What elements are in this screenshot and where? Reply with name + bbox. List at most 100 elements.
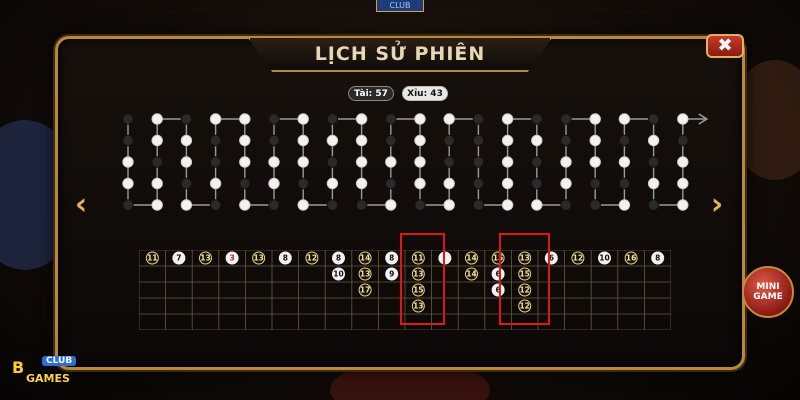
bead-black (151, 156, 163, 168)
bead-black (531, 113, 543, 125)
bead-black (209, 156, 222, 168)
logo-club-text: CLUB (42, 356, 77, 366)
bead-white (355, 134, 368, 147)
bead-black (122, 134, 134, 147)
bead-black (180, 177, 193, 190)
bead-black (122, 199, 134, 211)
bead-white (618, 199, 631, 211)
bead-white (414, 134, 426, 147)
bead-white (531, 199, 543, 211)
bead-black (268, 113, 280, 125)
bead-white (151, 177, 163, 190)
dice-sum-value: 10 (333, 270, 343, 279)
bead-black (472, 134, 485, 147)
bead-white (501, 134, 514, 147)
bead-white (560, 156, 572, 168)
bead-white (209, 113, 222, 125)
bead-white (355, 113, 368, 125)
bead-black (647, 156, 660, 168)
dice-sum-value: 8 (336, 254, 341, 263)
trend-chart (122, 113, 709, 211)
bead-black (239, 177, 251, 190)
bead-white (122, 177, 134, 190)
mini-game-label-2: GAME (753, 292, 783, 302)
bead-black (268, 199, 280, 211)
bead-white (443, 177, 455, 190)
brand-logo: B CLUB GAMES (6, 356, 86, 394)
bead-white (151, 199, 163, 211)
highlight-box (499, 233, 550, 325)
bead-black (209, 134, 222, 147)
bead-black (180, 113, 193, 125)
bead-black (647, 113, 660, 125)
bead-black (677, 134, 689, 147)
bead-black (326, 113, 339, 125)
dice-sum-value: 13 (253, 254, 263, 263)
bead-black (414, 199, 426, 211)
dice-sum-value: 10 (599, 254, 609, 263)
bead-white (239, 113, 251, 125)
bead-white (414, 156, 426, 168)
bead-white (647, 134, 660, 147)
bead-black (589, 199, 601, 211)
bead-black (560, 113, 572, 125)
bead-black (560, 134, 572, 147)
bead-white (677, 177, 689, 190)
bead-white (647, 177, 660, 190)
dice-sum-value: 14 (466, 270, 476, 279)
bead-black (443, 156, 455, 168)
bead-white (151, 113, 163, 125)
bead-white (239, 199, 251, 211)
mini-game-label-1: MINI (756, 282, 780, 292)
bead-white (589, 134, 601, 147)
bead-black (355, 199, 368, 211)
dice-sum-value: 7 (176, 254, 181, 263)
logo-mark: B (12, 358, 25, 377)
bead-white (326, 177, 339, 190)
bead-black (618, 177, 631, 190)
bead-white (268, 177, 280, 190)
bead-black (560, 199, 572, 211)
bead-white (209, 177, 222, 190)
dice-sum-value: 14 (360, 254, 370, 263)
bead-white (180, 134, 193, 147)
bead-black (472, 156, 485, 168)
bead-black (385, 134, 397, 147)
dice-sum-value: 9 (389, 270, 394, 279)
bead-black (385, 113, 397, 125)
bead-white (180, 199, 193, 211)
bead-black (531, 177, 543, 190)
bead-white (355, 156, 368, 168)
bead-white (414, 177, 426, 190)
bead-white (122, 156, 134, 168)
bead-black (589, 177, 601, 190)
bead-white (560, 177, 572, 190)
bead-black (385, 177, 397, 190)
dice-sum-value: 14 (466, 254, 476, 263)
mini-game-button[interactable]: MINI GAME (742, 266, 794, 318)
bead-black (268, 134, 280, 147)
bead-black (531, 156, 543, 168)
bead-white (443, 113, 455, 125)
bead-white (239, 156, 251, 168)
prev-page-arrow[interactable]: ‹ (72, 190, 90, 220)
bead-white (677, 156, 689, 168)
bead-black (472, 199, 485, 211)
next-page-arrow[interactable]: › (708, 190, 726, 220)
bead-white (297, 156, 309, 168)
bead-black (209, 199, 222, 211)
dice-sum-value: 8 (283, 254, 288, 263)
bead-black (122, 113, 134, 125)
bead-white (531, 134, 543, 147)
game-screen: CLUB LỊCH SỬ PHIÊN ✖ Tài: 57 Xỉu: 43 ‹ ›… (0, 0, 800, 400)
bead-black (326, 199, 339, 211)
bead-white (180, 156, 193, 168)
bead-white (297, 134, 309, 147)
bead-black (472, 177, 485, 190)
dice-sum-value: 8 (389, 254, 394, 263)
dice-sum-value: 13 (200, 254, 210, 263)
bead-white (239, 134, 251, 147)
bead-white (589, 156, 601, 168)
bead-black (326, 156, 339, 168)
bead-black (618, 134, 631, 147)
